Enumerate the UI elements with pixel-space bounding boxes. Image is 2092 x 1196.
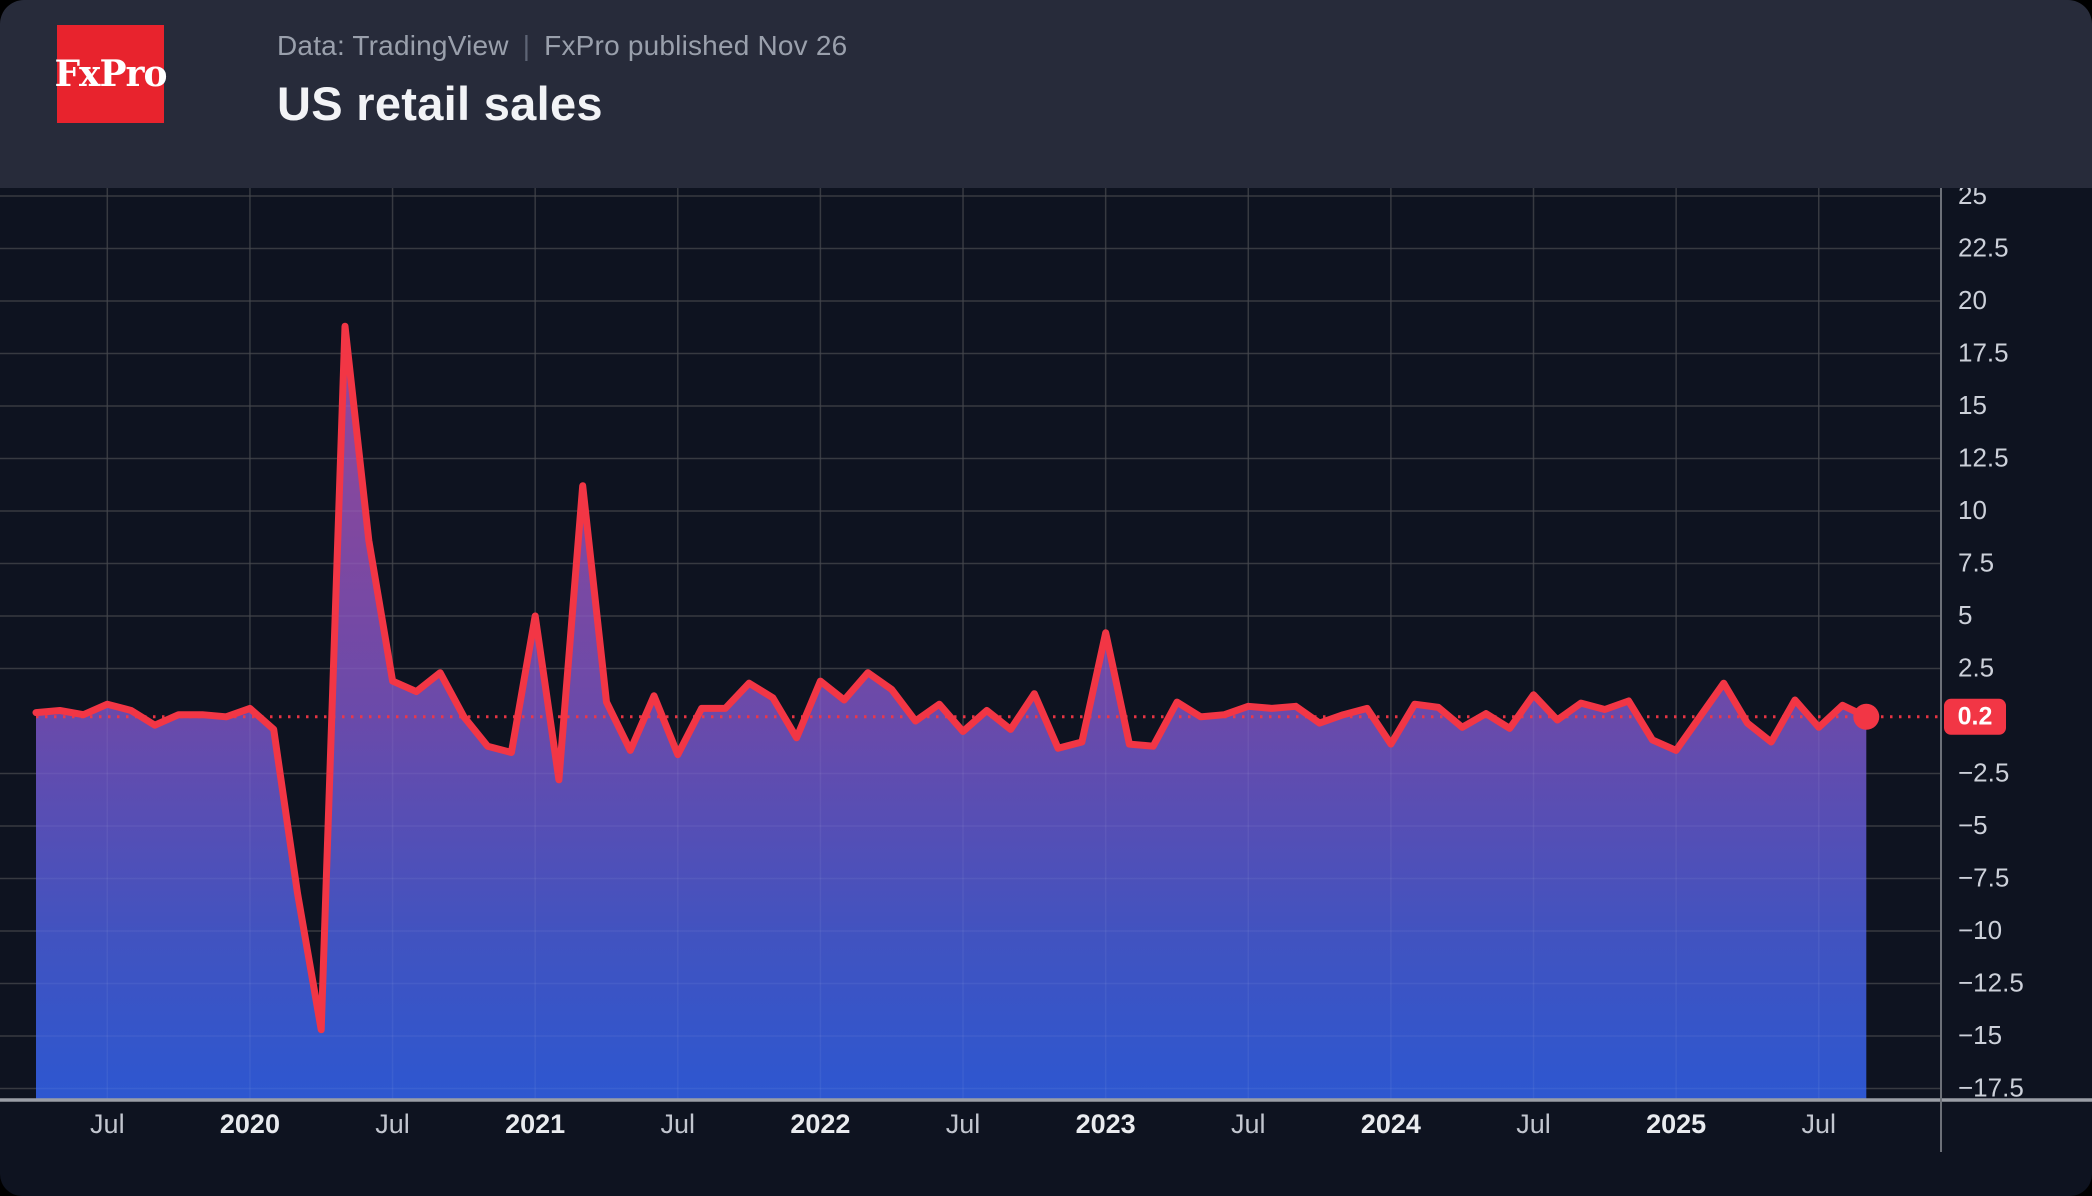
data-source-text: Data: TradingView xyxy=(277,30,509,61)
x-axis-label: 2024 xyxy=(1361,1109,1421,1139)
header-titles: Data: TradingView | FxPro published Nov 26… xyxy=(277,30,847,131)
y-axis-label: −17.5 xyxy=(1958,1072,2024,1102)
x-axis-label: 2022 xyxy=(790,1109,850,1139)
y-axis-label: 22.5 xyxy=(1958,232,2009,262)
published-text: FxPro published Nov 26 xyxy=(544,30,847,61)
separator: | xyxy=(523,30,530,61)
x-axis-label: 2025 xyxy=(1646,1109,1706,1139)
x-axis-label: Jul xyxy=(661,1109,696,1139)
y-axis-label: 5 xyxy=(1958,600,1972,630)
y-axis-label: 17.5 xyxy=(1958,337,2009,367)
x-axis-label: Jul xyxy=(1801,1109,1836,1139)
header: FxPro Data: TradingView | FxPro published … xyxy=(0,0,2092,188)
y-axis-label: 15 xyxy=(1958,390,1987,420)
y-axis-label: 20 xyxy=(1958,285,1987,315)
x-axis-label: Jul xyxy=(90,1109,125,1139)
y-axis-label: −15 xyxy=(1958,1020,2002,1050)
x-axis-label: Jul xyxy=(1231,1109,1266,1139)
y-axis-label: 7.5 xyxy=(1958,547,1994,577)
x-axis-label: 2021 xyxy=(505,1109,565,1139)
y-axis-label: −7.5 xyxy=(1958,862,2009,892)
fxpro-logo-text: FxPro xyxy=(54,53,166,95)
y-axis-label: 12.5 xyxy=(1958,442,2009,472)
y-axis-label: 2.5 xyxy=(1958,652,1994,682)
y-axis-label: −12.5 xyxy=(1958,967,2024,997)
page-title: US retail sales xyxy=(277,76,847,131)
y-axis-label: −10 xyxy=(1958,915,2002,945)
x-axis-label: 2020 xyxy=(220,1109,280,1139)
x-axis-label: 2023 xyxy=(1076,1109,1136,1139)
x-axis-label: Jul xyxy=(946,1109,981,1139)
last-point-marker xyxy=(1853,704,1879,730)
last-value-badge-text: 0.2 xyxy=(1958,702,1993,730)
y-axis-label: 10 xyxy=(1958,495,1987,525)
fxpro-logo: FxPro xyxy=(57,25,164,123)
x-axis-label: Jul xyxy=(375,1109,410,1139)
data-source-line: Data: TradingView | FxPro published Nov 26 xyxy=(277,30,847,62)
y-axis-label: −2.5 xyxy=(1958,757,2009,787)
y-axis-label: −5 xyxy=(1958,810,1988,840)
x-axis-label: Jul xyxy=(1516,1109,1551,1139)
